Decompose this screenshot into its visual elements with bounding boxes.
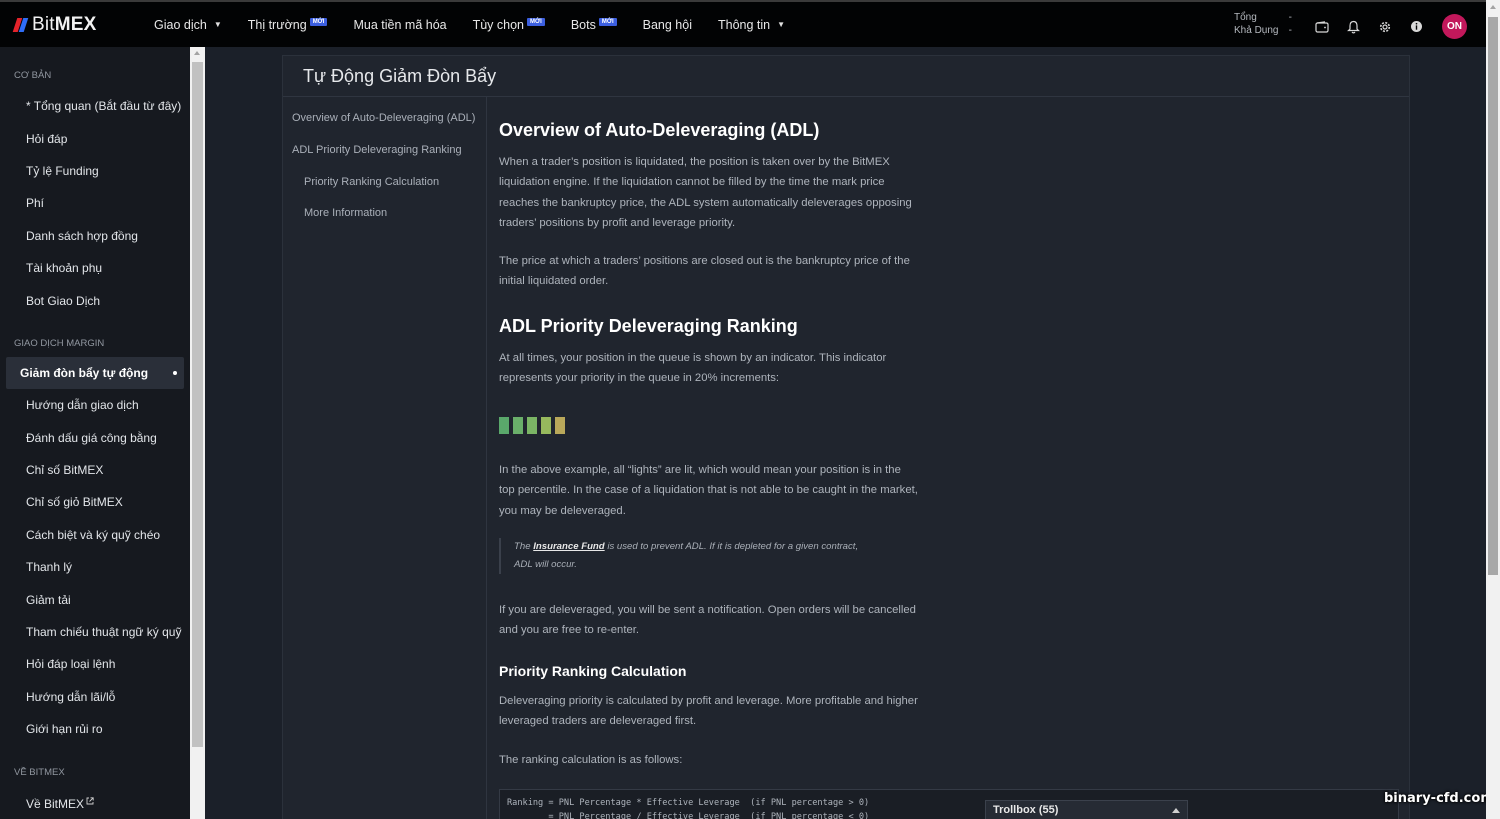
paragraph-overview-2: The price at which a traders’ positions … [499, 255, 910, 288]
code-line-2: = PNL Percentage / Effective Leverage (i… [507, 811, 870, 819]
sidebar-item-pnl-guide[interactable]: Hướng dẫn lãi/lỗ [6, 681, 184, 713]
sidebar-scrollbar[interactable] [190, 47, 205, 819]
sidebar-item-faq[interactable]: Hỏi đáp [6, 122, 184, 154]
gear-icon[interactable] [1376, 18, 1394, 36]
new-badge: MỚI [527, 17, 545, 26]
sidebar-item-funding[interactable]: Tỷ lệ Funding [6, 155, 184, 187]
total-label: Tổng [1234, 12, 1257, 23]
paragraph-calculation-1: Deleveraging priority is calculated by p… [499, 695, 918, 728]
insurance-fund-link[interactable]: Insurance Fund [533, 541, 604, 552]
total-value: - [1288, 12, 1292, 23]
sidebar-item-basket-index[interactable]: Chỉ số giỏ BitMEX [6, 486, 184, 518]
sidebar-item-adl[interactable]: Giảm đòn bẩy tự động [6, 356, 184, 390]
sidebar-item-trading-bot[interactable]: Bot Giao Dịch [6, 284, 184, 316]
page-scroll-thumb[interactable] [1488, 17, 1498, 575]
sidebar-item-isolated-cross[interactable]: Cách biệt và ký quỹ chéo [6, 519, 184, 551]
watermark: binary-cfd.com [1384, 791, 1494, 806]
new-badge: MỚI [598, 17, 617, 26]
paragraph-notification: If you are deleveraged, you will be sent… [499, 604, 916, 637]
toc-item-more-info[interactable]: More Information [304, 207, 387, 219]
sidebar-item-fees[interactable]: Phí [6, 187, 184, 219]
caret-down-icon: ▼ [213, 20, 222, 29]
ranking-formula-code: Ranking = PNL Percentage * Effective Lev… [499, 789, 1399, 819]
balance-summary[interactable]: Tổng - Khả Dụng - [1234, 11, 1292, 37]
logo-mark-icon [12, 17, 29, 32]
sidebar-item-bitmex-index[interactable]: Chỉ số BitMEX [6, 454, 184, 486]
sidebar-item-margin-terms[interactable]: Tham chiếu thuật ngữ ký quỹ [6, 616, 184, 648]
sidebar-section-basics: CƠ BẢN [14, 70, 52, 81]
sidebar-item-load-shedding[interactable]: Giảm tải [6, 583, 184, 615]
available-label: Khả Dụng [1234, 25, 1279, 36]
adl-light [541, 417, 551, 434]
info-icon[interactable] [1408, 18, 1426, 36]
trollbox-toggle[interactable]: Trollbox (55) [985, 800, 1188, 819]
top-navbar: BitMEX Giao dịch ▼ Thị trường MỚI Mua tiền… [0, 0, 1486, 47]
article-panel: Tự Động Giảm Đòn Bẩy Overview of Auto-De… [282, 55, 1410, 819]
sidebar-item-order-types[interactable]: Hỏi đáp loại lệnh [6, 648, 184, 680]
paragraph-ranking-2: In the above example, all “lights” are l… [499, 464, 918, 517]
user-avatar[interactable]: ON [1442, 14, 1467, 39]
main-nav: Giao dịch ▼ Thị trường MỚI Mua tiền mã hóa… [154, 17, 811, 32]
sidebar-item-risk-limits[interactable]: Giới hạn rủi ro [6, 713, 184, 745]
adl-indicator [499, 417, 569, 434]
nav-trade[interactable]: Giao dịch ▼ [154, 18, 222, 32]
trollbox-label: Trollbox (55) [993, 804, 1059, 816]
sidebar-scroll-thumb[interactable] [192, 62, 203, 747]
bell-icon[interactable] [1345, 18, 1363, 36]
heading-calculation: Priority Ranking Calculation [499, 663, 687, 679]
wallet-icon[interactable] [1313, 18, 1331, 36]
caret-down-icon: ▼ [777, 20, 786, 29]
sidebar-item-trading-guide[interactable]: Hướng dẫn giao dịch [6, 389, 184, 421]
heading-overview: Overview of Auto-Deleveraging (ADL) [499, 120, 820, 140]
header-icon-group: ON [1313, 14, 1467, 39]
toc-item-overview[interactable]: Overview of Auto-Deleveraging (ADL) [292, 112, 475, 124]
sidebar-section-about: VỀ BITMEX [14, 767, 65, 779]
nav-markets[interactable]: Thị trường MỚI [248, 17, 328, 32]
sidebar-item-about-bitmex[interactable]: Về BitMEX [6, 787, 184, 819]
nav-info[interactable]: Thông tin ▼ [718, 18, 785, 32]
logo-text: BitMEX [32, 13, 97, 35]
page-title: Tự Động Giảm Đòn Bẩy [283, 56, 1409, 97]
active-dot-icon [173, 370, 177, 375]
adl-light [499, 417, 509, 434]
insurance-fund-quote: The Insurance Fund is used to prevent AD… [499, 538, 869, 574]
sidebar-item-fair-price[interactable]: Đánh dấu giá công bằng [6, 422, 184, 454]
sidebar-item-contracts[interactable]: Danh sách hợp đồng [6, 220, 184, 252]
sidebar-section-margin: GIAO DỊCH MARGIN [14, 337, 105, 349]
nav-options[interactable]: Tùy chọn MỚI [473, 17, 545, 32]
nav-buy-crypto[interactable]: Mua tiền mã hóa [353, 18, 446, 32]
code-line-1: Ranking = PNL Percentage * Effective Lev… [507, 798, 870, 808]
paragraph-calculation-2: The ranking calculation is as follows: [499, 754, 683, 766]
adl-light [555, 417, 565, 434]
sidebar-item-overview[interactable]: * Tổng quan (Bắt đầu từ đây) [6, 90, 184, 122]
page-scrollbar[interactable] [1486, 0, 1500, 819]
scroll-up-arrow-icon[interactable] [1489, 5, 1496, 9]
adl-light [527, 417, 537, 434]
new-badge: MỚI [309, 17, 328, 26]
toc-item-calculation[interactable]: Priority Ranking Calculation [304, 176, 439, 188]
docs-sidebar: CƠ BẢN * Tổng quan (Bắt đầu từ đây) Hỏi … [0, 47, 190, 819]
available-value: - [1288, 25, 1292, 36]
nav-guilds[interactable]: Bang hội [643, 18, 692, 32]
sidebar-item-liquidation[interactable]: Thanh lý [6, 551, 184, 583]
table-of-contents: Overview of Auto-Deleveraging (ADL) ADL … [283, 97, 487, 819]
sidebar-item-subaccounts[interactable]: Tài khoản phụ [6, 252, 184, 284]
paragraph-overview-1: When a trader’s position is liquidated, … [499, 156, 912, 229]
bitmex-logo[interactable]: BitMEX [12, 13, 142, 36]
scroll-up-arrow-icon[interactable] [194, 51, 200, 55]
toc-item-ranking[interactable]: ADL Priority Deleveraging Ranking [292, 144, 462, 156]
external-link-icon [86, 794, 94, 808]
nav-bots[interactable]: Bots MỚI [571, 17, 617, 32]
heading-ranking: ADL Priority Deleveraging Ranking [499, 316, 798, 336]
expand-up-icon [1172, 807, 1180, 813]
paragraph-ranking-1: At all times, your position in the queue… [499, 352, 887, 385]
adl-light [513, 417, 523, 434]
